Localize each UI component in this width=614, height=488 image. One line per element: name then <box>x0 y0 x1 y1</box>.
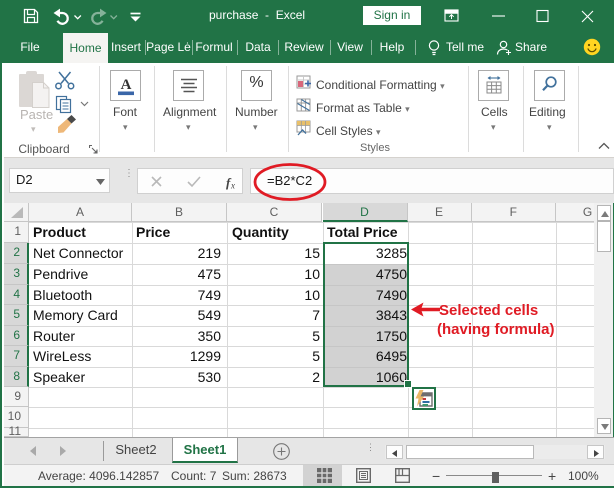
svg-text:x: x <box>230 181 235 191</box>
svg-text:A: A <box>121 77 132 93</box>
